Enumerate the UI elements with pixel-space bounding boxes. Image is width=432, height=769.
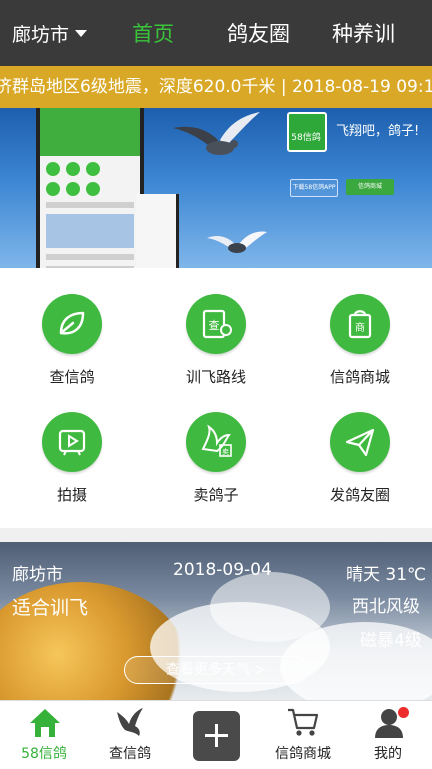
chevron-down-icon [75, 29, 88, 37]
sell-pigeon-icon: 卖 [186, 412, 246, 472]
weather-wind: 西北风级 [352, 597, 420, 617]
promo-banner[interactable]: 58信鸽 飞翔吧，鸽子! 下载58信鸽APP 信鸽商城 [0, 108, 432, 268]
function-grid: 查信鸽 查 训飞路线 商 信鸽商城 拍摄 卖 卖鸽子 发鸽友圈 [0, 268, 432, 528]
weather-advice: 适合训飞 [12, 597, 89, 619]
leaf-icon [42, 294, 102, 354]
banner-slogan: 飞翔吧，鸽子! [336, 124, 420, 139]
app-screenshot-image-2 [136, 194, 179, 268]
video-play-icon [42, 412, 102, 472]
flying-pigeon-image-2 [207, 231, 267, 253]
grid-item-post-moment[interactable]: 发鸽友圈 [288, 386, 432, 504]
grid-label: 卖鸽子 [193, 486, 239, 504]
ticker-text: 洛济群岛地区6级地震，深度620.0千米 | 2018-08-19 09:16: [0, 77, 432, 97]
tab-home[interactable]: 首页 [132, 0, 174, 66]
cart-icon [288, 708, 319, 736]
city-name: 廊坊市 [12, 23, 70, 46]
grid-item-pigeon-shop[interactable]: 商 信鸽商城 [288, 268, 432, 386]
grid-label: 查信鸽 [49, 368, 95, 386]
svg-text:商: 商 [355, 321, 365, 334]
banner-shop-button[interactable]: 信鸽商城 [346, 179, 394, 195]
flying-pigeon-image [173, 112, 260, 155]
weather-geomagnetic: 磁暴4级 [360, 631, 422, 651]
notification-dot [398, 707, 409, 718]
bottom-nav-home[interactable]: 58信鸽 [14, 701, 74, 769]
weather-city: 廊坊市 [12, 565, 63, 585]
pigeon-icon [117, 708, 143, 736]
city-selector[interactable]: 廊坊市 [12, 0, 88, 66]
home-icon [30, 709, 60, 737]
paper-plane-icon [330, 412, 390, 472]
grid-item-training-route[interactable]: 查 训飞路线 [144, 268, 288, 386]
section-divider [0, 528, 432, 542]
bottom-nav-label: 我的 [374, 746, 402, 762]
bottom-nav-shop[interactable]: 信鸽商城 [268, 701, 338, 769]
svg-text:卖: 卖 [222, 448, 229, 456]
weather-date: 2018-09-04 [173, 560, 272, 580]
search-document-icon: 查 [186, 294, 246, 354]
cloud-shape [210, 572, 330, 642]
grid-label: 发鸽友圈 [329, 486, 390, 504]
grid-item-sell-pigeon[interactable]: 卖 卖鸽子 [144, 386, 288, 504]
add-button[interactable] [193, 711, 240, 761]
bottom-nav-label: 信鸽商城 [275, 746, 331, 762]
grid-item-shoot[interactable]: 拍摄 [0, 386, 144, 504]
news-ticker[interactable]: 洛济群岛地区6级地震，深度620.0千米 | 2018-08-19 09:16: [0, 66, 432, 108]
grid-label: 信鸽商城 [329, 368, 390, 386]
bottom-nav-check-pigeon[interactable]: 查信鸽 [100, 701, 160, 769]
bottom-nav-mine[interactable]: 我的 [360, 701, 416, 769]
weather-condition: 晴天 31℃ [346, 565, 427, 585]
app-screenshot-image [36, 108, 144, 268]
bottom-navigation: 58信鸽 查信鸽 信鸽商城 我的 [0, 700, 432, 769]
weather-card[interactable]: 廊坊市 2018-09-04 晴天 31℃ 适合训飞 西北风级 磁暴4级 查看更… [0, 542, 432, 700]
brand-logo-text: 58信鸽 [291, 133, 321, 143]
grid-item-check-pigeon[interactable]: 查信鸽 [0, 268, 144, 386]
tab-home-label: 首页 [132, 22, 174, 46]
more-weather-button[interactable]: 查看更多天气 > [124, 656, 308, 684]
tab-breeding-training-label: 种养训 [332, 22, 395, 46]
tab-pigeon-circle[interactable]: 鸽友圈 [227, 0, 290, 66]
download-app-button[interactable]: 下载58信鸽APP [290, 179, 338, 197]
tab-pigeon-circle-label: 鸽友圈 [227, 22, 290, 46]
bottom-nav-label: 查信鸽 [109, 746, 151, 762]
bottom-nav-label: 58信鸽 [21, 746, 67, 762]
top-navigation-bar: 廊坊市 首页 鸽友圈 种养训 [0, 0, 432, 66]
svg-text:查: 查 [209, 318, 220, 332]
shopping-bag-icon: 商 [330, 294, 390, 354]
grid-label: 训飞路线 [185, 368, 246, 386]
grid-label: 拍摄 [56, 486, 87, 504]
tab-breeding-training[interactable]: 种养训 [332, 0, 395, 66]
